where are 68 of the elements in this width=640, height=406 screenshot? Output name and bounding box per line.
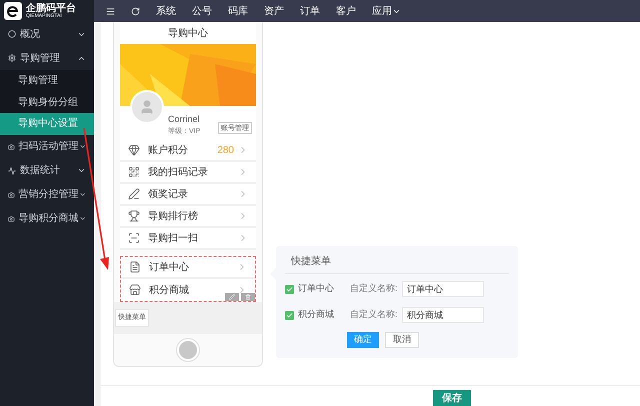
caret-icon [78,190,86,199]
submenu-item[interactable]: 导购管理 [0,70,94,92]
name-input[interactable]: 订单中心 [402,281,484,297]
row-label: 导购排行榜 [148,210,199,224]
row-label: 我的扫码记录 [148,166,209,180]
checkbox-label: 订单中心 [298,282,335,296]
menu-label: 导购积分商城 [18,212,79,226]
row-label: 账户积分 [148,144,189,158]
checkbox[interactable] [285,284,294,294]
row-icon [128,166,140,178]
nav-link[interactable]: 公号 [192,4,212,18]
menu-row[interactable]: 订单中心 [121,257,255,279]
row-icon [128,144,140,156]
sidebar-item[interactable]: 数据统计 [0,158,94,182]
nav-link[interactable]: 码库 [228,4,248,18]
sidebar-item[interactable]: 营销分控管理 [0,182,94,206]
nav-link[interactable]: 资产 [264,4,284,18]
save-button[interactable]: 保存 [433,390,471,406]
sidebar-item[interactable]: 扫码活动管理 [0,134,94,158]
row-label: 领奖记录 [148,188,189,202]
home-button[interactable] [177,339,199,361]
checkbox-label: 积分商城 [298,308,335,322]
row-label: 订单中心 [149,260,190,274]
sidebar-item[interactable]: 导购管理 [0,46,94,70]
row-icon [128,210,140,222]
submenu-item[interactable]: 导购身份分组 [0,92,94,113]
menu-label: 导购管理 [20,52,61,66]
caret-icon [78,142,86,151]
sidebar-item[interactable]: 导购积分商城 [0,206,94,230]
delete-icon[interactable] [241,293,255,301]
row-icon [129,284,141,296]
logo-icon [4,2,22,20]
menu-label: 扫码活动管理 [18,140,79,154]
name-input[interactable]: 积分商城 [402,307,484,323]
field-label: 自定义名称: [350,282,399,296]
menu-label: 概况 [20,28,41,42]
row-icon [128,232,140,244]
nav-link[interactable]: 客户 [336,4,356,18]
row-label: 积分商城 [149,284,190,298]
logo-name: 企鹏码平台 [26,4,76,14]
caret-icon [78,214,86,223]
menu-row[interactable]: 导购排行榜 [120,206,256,228]
sidebar-item[interactable]: 概况 [0,22,94,46]
refresh-icon[interactable] [131,6,140,16]
cancel-button[interactable]: 取消 [385,332,419,348]
edit-icon[interactable] [225,293,239,301]
menu-row[interactable]: 导购扫一扫 [120,228,256,250]
menu-row[interactable]: 领奖记录 [120,184,256,206]
nav-link[interactable]: 系统 [156,4,176,18]
checkbox[interactable] [285,310,294,320]
panel-title: 快捷菜单 [285,254,509,274]
menu-label: 营销分控管理 [18,188,79,202]
row-value: 280 [217,144,234,158]
menu-label: 数据统计 [20,164,61,178]
menu-row[interactable]: 我的扫码记录 [120,162,256,184]
user-name: Corrinel [168,113,201,126]
user-icon [139,99,155,115]
row-label: 导购扫一扫 [148,232,199,246]
row-icon [128,188,140,200]
field-label: 自定义名称: [350,308,399,322]
phone-title: 导购中心 [120,22,256,44]
nav-link[interactable]: 订单 [300,4,320,18]
menu-row[interactable]: 账户积分 280 [120,140,256,162]
menu-row[interactable]: 积分商城 [121,279,255,301]
row-icon [129,261,141,273]
caret-icon [77,166,86,175]
submenu-item[interactable]: 导购中心设置 [0,113,94,134]
nav-dropdown[interactable]: 应用 [372,4,401,18]
